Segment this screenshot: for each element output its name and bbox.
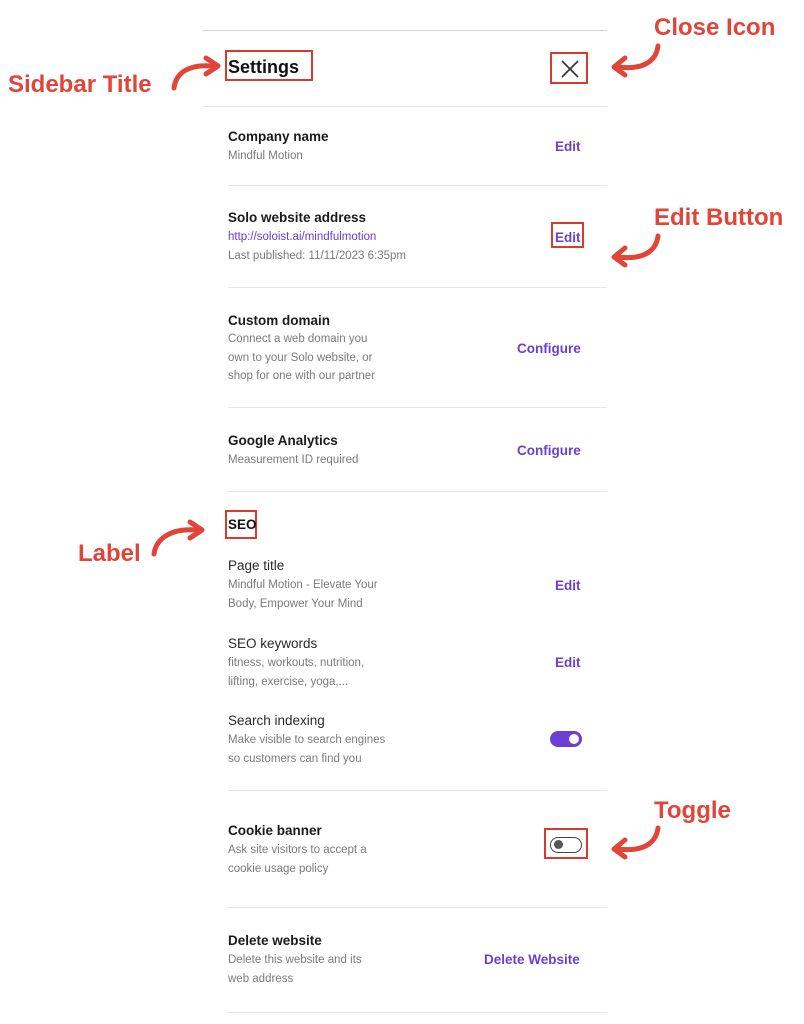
row-divider <box>228 491 607 492</box>
search-indexing-toggle[interactable] <box>550 731 582 747</box>
page-title-value-2: Body, Empower Your Mind <box>228 598 363 610</box>
delete-website-button[interactable]: Delete Website <box>484 952 580 967</box>
search-indexing-desc-1: Make visible to search engines <box>228 734 386 746</box>
close-icon <box>561 60 579 78</box>
company-name-value: Mindful Motion <box>228 150 303 162</box>
top-divider <box>203 30 607 31</box>
annotation-edit-button: Edit Button <box>654 204 784 231</box>
row-divider <box>228 790 607 791</box>
website-address-edit-button[interactable]: Edit <box>555 230 581 245</box>
row-divider <box>228 185 607 186</box>
last-published-text: Last published: 11/11/2023 6:35pm <box>228 250 406 262</box>
annotation-toggle: Toggle <box>654 797 731 824</box>
row-divider <box>228 1012 607 1013</box>
row-divider <box>228 907 607 908</box>
row-divider <box>228 407 607 408</box>
company-name-edit-button[interactable]: Edit <box>555 139 581 154</box>
seo-keywords-value-2: lifting, exercise, yoga,... <box>228 676 349 688</box>
annotation-close-icon: Close Icon <box>654 14 776 41</box>
curved-arrow-icon <box>611 43 661 78</box>
delete-website-title: Delete website <box>228 933 322 948</box>
google-analytics-title: Google Analytics <box>228 433 338 448</box>
company-name-title: Company name <box>228 129 329 144</box>
close-button[interactable] <box>550 52 588 84</box>
seo-keywords-value-1: fitness, workouts, nutrition, <box>228 657 365 669</box>
search-indexing-desc-2: so customers can find you <box>228 753 362 765</box>
google-analytics-configure-button[interactable]: Configure <box>517 443 581 458</box>
sidebar-title: Settings <box>228 57 300 77</box>
page-title-value-1: Mindful Motion - Elevate Your <box>228 579 378 591</box>
website-address-title: Solo website address <box>228 210 367 225</box>
annotation-label: Label <box>78 540 141 567</box>
curved-arrow-icon <box>171 55 221 91</box>
custom-domain-configure-button[interactable]: Configure <box>517 341 581 356</box>
delete-website-desc-1: Delete this website and its <box>228 954 362 966</box>
website-address-link[interactable]: http://soloist.ai/mindfulmotion <box>228 231 376 243</box>
curved-arrow-icon <box>611 233 661 268</box>
search-indexing-label: Search indexing <box>228 713 325 728</box>
cookie-banner-title: Cookie banner <box>228 823 322 838</box>
settings-sidebar: Settings Company name Mindful Motion Edi… <box>203 30 607 1024</box>
row-divider <box>228 287 607 288</box>
cookie-banner-desc-1: Ask site visitors to accept a <box>228 844 367 856</box>
seo-keywords-edit-button[interactable]: Edit <box>555 655 581 670</box>
page-title-edit-button[interactable]: Edit <box>555 578 581 593</box>
custom-domain-desc-3: shop for one with our partner <box>228 370 376 382</box>
delete-website-desc-2: web address <box>228 973 294 985</box>
annotation-sidebar-title: Sidebar Title <box>8 71 152 98</box>
toggle-knob <box>569 734 579 744</box>
cookie-banner-desc-2: cookie usage policy <box>228 863 329 875</box>
header-divider <box>203 106 607 107</box>
toggle-knob <box>554 840 563 849</box>
custom-domain-title: Custom domain <box>228 313 331 328</box>
curved-arrow-icon <box>611 825 661 860</box>
custom-domain-desc-1: Connect a web domain you <box>228 333 368 345</box>
cookie-banner-toggle[interactable] <box>550 837 582 853</box>
seo-keywords-label: SEO keywords <box>228 636 318 651</box>
google-analytics-desc: Measurement ID required <box>228 454 359 466</box>
seo-section-label: SEO <box>228 517 257 532</box>
custom-domain-desc-2: own to your Solo website, or <box>228 352 373 364</box>
page-title-label: Page title <box>228 558 285 573</box>
curved-arrow-icon <box>151 519 205 557</box>
